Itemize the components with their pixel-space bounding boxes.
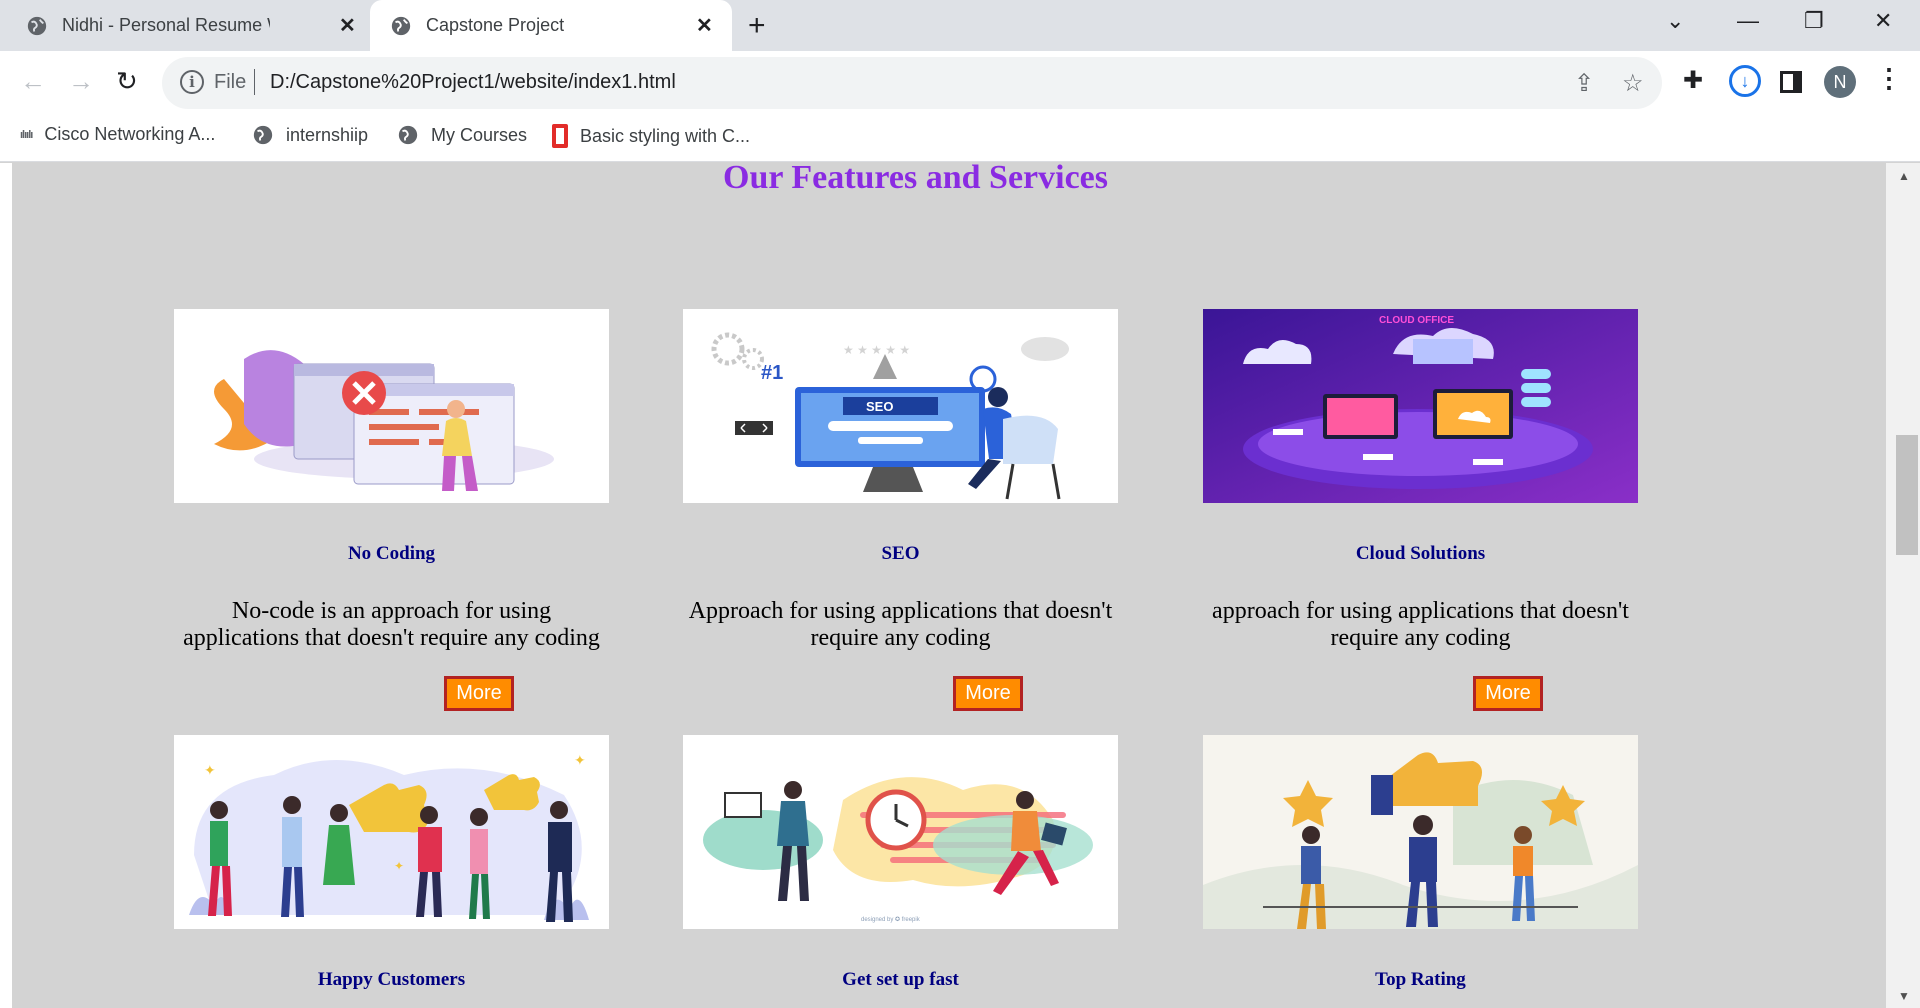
tab-title: Nidhi - Personal Resume Website [62,15,270,35]
close-tab-icon[interactable]: ✕ [696,13,713,38]
no-coding-illustration [214,350,554,491]
seo-screen-text: SEO [866,399,893,414]
card-description-seo: Approach for using applications that doe… [688,598,1113,651]
bookmarks-bar: ılıılı Cisco Networking A... internshiip… [0,114,1920,162]
card-title-no-coding: No Coding [347,543,436,564]
svg-text:✦: ✦ [394,859,404,873]
get-set-up-fast-image: designed by ✪ freepik [683,735,1118,929]
bookmark-cisco[interactable]: ılıılı Cisco Networking A... [20,124,215,145]
tab-capstone-project[interactable]: Capstone Project ✕ [370,0,732,51]
top-rating-image [1203,735,1638,929]
minimize-button[interactable]: — [1737,8,1759,34]
more-button-seo[interactable]: More [953,676,1023,711]
scroll-down-arrow-icon[interactable]: ▼ [1898,989,1910,1003]
card-description-cloud-solutions: approach for using applications that doe… [1212,598,1629,651]
more-button-cloud-solutions[interactable]: More [1473,676,1543,711]
close-tab-icon[interactable]: ✕ [339,13,356,38]
bookmark-label: Cisco Networking A... [44,124,216,144]
page-viewport: Our Features and Services No Coding No-c… [0,163,1920,1008]
window-close-button[interactable]: ✕ [1874,8,1892,34]
browser-toolbar: ← → ↻ i File D:/Capstone%20Project1/webs… [0,51,1920,114]
bookmark-star-icon[interactable]: ☆ [1622,69,1644,98]
svg-text:✦: ✦ [574,752,586,768]
bookmark-basic-styling[interactable]: Basic styling with C... [552,124,750,148]
card-title-get-set-up-fast: Get set up fast [842,969,959,990]
card-title-top-rating: Top Rating [1375,969,1466,990]
tab-title: Capstone Project [426,15,565,35]
svg-text:★ ★ ★ ★ ★: ★ ★ ★ ★ ★ [843,343,910,357]
extensions-icon[interactable]: ✚ [1683,66,1703,95]
no-coding-image [174,309,609,503]
more-button-no-coding[interactable]: More [444,676,514,711]
seo-illustration: #1 ★ ★ ★ ★ ★ SEO [711,332,1069,500]
happy-customers-illustration: ✦ ✦ ✦ [189,752,589,922]
tab-search-icon[interactable]: ⌄ [1666,8,1684,34]
office-icon [552,124,568,148]
bookmark-label: My Courses [431,124,528,145]
scrollbar-thumb[interactable] [1896,435,1918,555]
cisco-icon: ılıılı [20,128,33,141]
card-title-seo: SEO [881,543,920,564]
globe-icon [398,125,418,145]
cloud-solutions-image: CLOUD OFFICE [1203,309,1638,503]
rank-text: #1 [761,362,783,384]
back-button[interactable]: ← [20,66,46,97]
url-scheme: File [214,71,247,93]
cloud-office-text: CLOUD OFFICE [1379,315,1454,326]
share-icon[interactable]: ⇪ [1574,69,1594,98]
globe-icon [27,16,47,35]
tab-nidhi-resume[interactable]: Nidhi - Personal Resume Website ✕ [26,0,366,51]
divider [254,69,255,95]
seo-image: #1 ★ ★ ★ ★ ★ SEO [683,309,1118,503]
reload-button[interactable]: ↻ [116,66,138,97]
page-edge [0,163,12,1008]
happy-customers-image: ✦ ✦ ✦ [174,735,609,929]
new-tab-button[interactable]: + [748,9,766,43]
svg-text:designed by ✪ freepik: designed by ✪ freepik [861,916,921,923]
bookmark-label: internshiip [286,124,369,145]
scroll-up-arrow-icon[interactable]: ▲ [1898,169,1910,183]
section-title: Our Features and Services [723,163,1108,196]
url-text[interactable]: D:/Capstone%20Project1/website/index1.ht… [270,71,676,94]
browser-menu-icon[interactable]: ⋮ [1876,63,1902,94]
card-title-happy-customers: Happy Customers [317,969,466,990]
bookmark-my-courses[interactable]: My Courses [397,124,527,146]
bookmark-internshiip[interactable]: internshiip [252,124,368,146]
restore-button[interactable]: ❐ [1804,8,1824,34]
card-description-no-coding: No-code is an approach for using applica… [183,598,600,651]
download-icon[interactable]: ↓ [1729,65,1761,97]
svg-text:✦: ✦ [204,762,216,778]
tab-bar: Nidhi - Personal Resume Website ✕ Capsto… [0,0,1920,51]
top-rating-illustration [1203,752,1638,929]
get-set-up-fast-illustration: designed by ✪ freepik [703,777,1093,923]
globe-icon [391,16,411,35]
site-info-icon[interactable]: i [180,70,204,94]
address-bar[interactable]: i File D:/Capstone%20Project1/website/in… [162,57,1662,109]
forward-button[interactable]: → [68,66,94,97]
card-title-cloud-solutions: Cloud Solutions [1355,543,1486,564]
side-panel-icon[interactable] [1780,71,1802,93]
profile-avatar[interactable]: N [1824,66,1856,98]
bookmark-label: Basic styling with C... [580,125,751,146]
cloud-office-illustration: CLOUD OFFICE [1203,309,1638,503]
vertical-scrollbar[interactable]: ▲ ▼ [1886,163,1920,1008]
globe-icon [253,125,273,145]
